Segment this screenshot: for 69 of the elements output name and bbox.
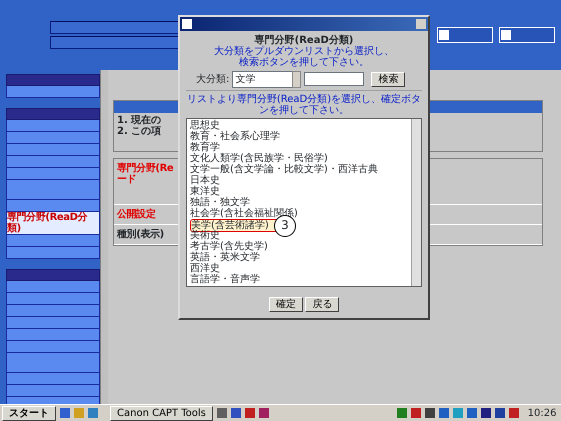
header-field[interactable] <box>50 20 180 34</box>
sidebar-item[interactable] <box>6 120 100 132</box>
app-icon[interactable] <box>244 408 255 418</box>
list-item[interactable]: 独語・独文学 <box>190 196 250 208</box>
instruction-text: 検索ボタンを押して下さい。 <box>238 57 370 68</box>
sidebar-item[interactable] <box>6 144 100 156</box>
scrollbar[interactable] <box>411 118 421 286</box>
category-label: 大分類: <box>196 74 230 84</box>
field-label: 専門分野(Re ード <box>117 163 174 185</box>
taskbar-button[interactable]: Canon CAPT Tools <box>110 406 213 420</box>
sidebar-item[interactable] <box>6 281 100 293</box>
window-icon <box>182 19 192 29</box>
header-button[interactable] <box>499 27 555 43</box>
list-item[interactable]: 美術史 <box>190 230 220 240</box>
scrollbar[interactable] <box>100 70 108 404</box>
sidebar-item[interactable] <box>6 317 100 329</box>
list-item[interactable]: 言語学・音声学 <box>190 274 260 284</box>
tray-icon[interactable] <box>410 408 421 418</box>
app-icon[interactable] <box>216 408 227 418</box>
app-icon[interactable] <box>258 408 269 418</box>
sidebar-item[interactable] <box>6 168 100 180</box>
sidebar-item[interactable] <box>6 385 100 397</box>
field-label: 公開設定 <box>117 209 156 220</box>
list-item[interactable]: 文化人類学(含民族学・民俗学) <box>190 152 328 164</box>
search-field[interactable] <box>304 72 364 86</box>
header-button[interactable] <box>437 27 493 43</box>
sidebar-item[interactable] <box>6 341 100 353</box>
notice-text: 1. 現在の <box>117 115 162 126</box>
instruction-text: リストより専門分野(ReaD分類)を選択し、確定ボタンを押して下さい。 <box>186 94 422 116</box>
list-item[interactable]: 思想史 <box>190 120 220 130</box>
category-dropdown[interactable]: 文学 <box>232 70 294 88</box>
start-button[interactable]: スタート <box>2 406 56 420</box>
notice-text: 2. この項 <box>117 126 162 137</box>
list-item[interactable]: 日本史 <box>190 174 220 186</box>
sidebar-item[interactable] <box>6 247 100 259</box>
list-item[interactable]: 考古学(含先史学) <box>190 240 268 252</box>
clock-text: 10:26 <box>528 408 556 418</box>
tray-icon[interactable] <box>438 408 449 418</box>
sidebar-item[interactable] <box>6 305 100 317</box>
list-item[interactable]: 英語・英米文学 <box>190 252 260 262</box>
header-field[interactable] <box>50 36 180 50</box>
dialog-button[interactable]: 戻る <box>305 296 340 312</box>
list-item[interactable]: 教育学 <box>190 142 220 152</box>
tray-icon[interactable] <box>424 408 435 418</box>
list-item[interactable]: 教育・社会系心理学 <box>190 130 280 142</box>
sidebar-item[interactable]: 専門分野(ReaD分類) <box>6 212 100 235</box>
sidebar-item[interactable] <box>6 132 100 144</box>
tray-icon[interactable] <box>508 408 519 418</box>
app-icon[interactable] <box>230 408 241 418</box>
search-button[interactable]: 検索 <box>371 72 406 86</box>
field-label: 種別(表示) <box>117 229 164 240</box>
instruction-text: 大分類をプルダウンリストから選択し、 <box>213 46 395 57</box>
tray-icon[interactable] <box>480 408 491 418</box>
sidebar-item[interactable] <box>6 373 100 385</box>
tray-icon[interactable] <box>494 408 505 418</box>
sidebar-item[interactable] <box>6 329 100 341</box>
list-item[interactable]: 東洋史 <box>190 186 220 196</box>
dialog-title: 専門分野(ReaD分類) <box>254 35 354 46</box>
tray-icon[interactable] <box>466 408 477 418</box>
sidebar-item[interactable] <box>6 353 100 373</box>
sidebar-item[interactable] <box>6 156 100 168</box>
sidebar-item[interactable] <box>6 180 100 200</box>
dialog-button[interactable]: 確定 <box>268 296 303 312</box>
list-item[interactable]: 文学一般(含文学論・比較文学)・西洋古典 <box>190 164 378 174</box>
sidebar-item[interactable] <box>6 293 100 305</box>
list-item[interactable]: 西洋史 <box>190 262 220 274</box>
sidebar-item[interactable] <box>6 235 100 247</box>
sidebar-item[interactable] <box>6 86 100 98</box>
sidebar-item[interactable] <box>6 200 100 212</box>
